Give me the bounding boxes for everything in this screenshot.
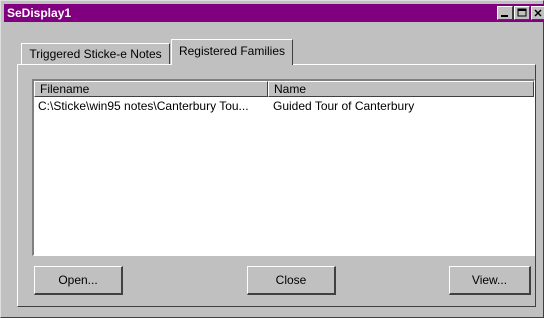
open-button[interactable]: Open... [34, 266, 123, 295]
tab-triggered-notes[interactable]: Triggered Sticke-e Notes [21, 43, 170, 65]
minimize-button[interactable] [497, 6, 513, 20]
title-bar[interactable]: SeDisplay1 [4, 4, 544, 22]
close-window-button[interactable] [531, 6, 544, 20]
column-header-filename[interactable]: Filename [34, 81, 268, 97]
maximize-icon [517, 8, 527, 17]
window-title: SeDisplay1 [7, 6, 72, 20]
tab-label: Registered Families [178, 44, 286, 58]
column-header-name[interactable]: Name [268, 81, 534, 97]
name-cell: Guided Tour of Canterbury [273, 99, 415, 113]
filename-cell: C:\Sticke\win95 notes\Canterbury Tou... [38, 99, 249, 113]
close-icon [534, 9, 542, 17]
close-button[interactable]: Close [247, 266, 336, 295]
dialog-window: SeDisplay1 Triggered Sticke-e Notes Regi… [0, 0, 544, 318]
minimize-icon [501, 15, 508, 17]
list-item[interactable]: C:\Sticke\win95 notes\Canterbury Tou... … [34, 98, 534, 114]
view-button[interactable]: View... [449, 266, 531, 295]
tab-label: Triggered Sticke-e Notes [29, 47, 162, 61]
families-list[interactable]: Filename Name C:\Sticke\win95 notes\Cant… [32, 79, 535, 256]
tab-registered-families[interactable]: Registered Families [171, 39, 293, 65]
maximize-button[interactable] [514, 6, 530, 20]
